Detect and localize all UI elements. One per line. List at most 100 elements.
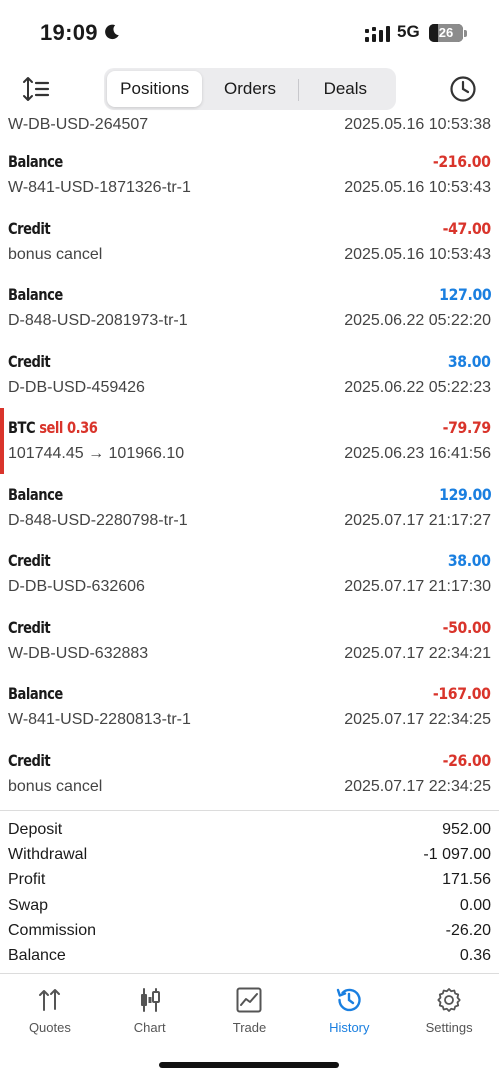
- deal-time: 2025.07.17 22:34:21: [344, 644, 491, 662]
- tab-history[interactable]: History: [299, 974, 399, 1045]
- list-item[interactable]: Balance 129.00 D-848-USD-2280798-tr-1 20…: [0, 475, 499, 542]
- list-item[interactable]: Balance -167.00 W-841-USD-2280813-tr-1 2…: [0, 674, 499, 741]
- deal-time: 2025.05.16 10:53:43: [344, 245, 491, 263]
- settings-icon: [437, 988, 461, 1012]
- deal-amount: 127.00: [438, 285, 492, 304]
- history-segmented-control: Positions Orders Deals: [104, 68, 396, 110]
- status-bar: 19:09 5G 26: [0, 0, 499, 64]
- deal-time: 2025.05.16 10:53:38: [344, 116, 491, 133]
- list-item[interactable]: W-DB-USD-264507 2025.05.16 10:53:38: [0, 112, 499, 142]
- trade-icon: [236, 987, 262, 1013]
- sort-icon[interactable]: [22, 76, 50, 102]
- list-item[interactable]: Balance 127.00 D-848-USD-2081973-tr-1 20…: [0, 275, 499, 342]
- summary-value: 952.00: [442, 821, 491, 838]
- deal-symbol-name: BTC: [8, 418, 36, 437]
- trade-row[interactable]: BTC sell 0.36 -79.79 101744.45 → 101966.…: [0, 408, 499, 475]
- deal-type: Credit: [8, 750, 51, 770]
- battery-level: 26: [438, 25, 454, 40]
- deal-type: Balance: [8, 484, 63, 504]
- deal-amount: 38.00: [448, 551, 491, 570]
- summary-value: 0.00: [459, 896, 491, 914]
- tab-deals[interactable]: Deals: [298, 71, 393, 107]
- history-summary: Deposit 952.00 Withdrawal -1 097.00 Prof…: [0, 810, 499, 970]
- deal-type: Credit: [8, 551, 51, 570]
- history-toolbar: Positions Orders Deals: [0, 66, 499, 112]
- deal-amount: -79.79: [442, 418, 492, 437]
- deal-comment: W-841-USD-1871326-tr-1: [8, 179, 191, 196]
- deal-amount: -50.00: [442, 617, 492, 637]
- tab-label: Settings: [425, 1020, 473, 1035]
- summary-row-balance: Balance 0.36: [0, 945, 499, 970]
- deal-type: Credit: [8, 617, 51, 637]
- tab-label: History: [329, 1020, 370, 1035]
- deal-type: Balance: [8, 152, 63, 171]
- tab-settings[interactable]: Settings: [399, 974, 499, 1045]
- tab-quotes[interactable]: Quotes: [0, 974, 100, 1045]
- tab-label: Chart: [133, 1020, 166, 1035]
- list-item[interactable]: Credit -47.00 bonus cancel 2025.05.16 10…: [0, 209, 499, 276]
- deal-time: 2025.07.17 21:17:30: [344, 578, 491, 595]
- deal-comment: D-DB-USD-632606: [8, 578, 145, 595]
- deal-time: 2025.06.22 05:22:20: [344, 312, 491, 329]
- sell-marker: [0, 408, 4, 474]
- summary-label: Profit: [8, 871, 46, 889]
- battery-icon: 26: [429, 24, 463, 42]
- list-item[interactable]: Credit -50.00 W-DB-USD-632883 2025.07.17…: [0, 608, 499, 675]
- deal-amount: 38.00: [448, 351, 491, 371]
- deal-time: 2025.07.17 21:17:27: [344, 511, 491, 529]
- deal-amount: -26.00: [442, 750, 492, 770]
- summary-value: 0.36: [459, 946, 491, 964]
- list-item[interactable]: Balance -216.00 W-841-USD-1871326-tr-1 2…: [0, 142, 499, 209]
- summary-row-withdrawal: Withdrawal -1 097.00: [0, 844, 499, 869]
- list-item[interactable]: Credit 38.00 D-DB-USD-632606 2025.07.17 …: [0, 541, 499, 608]
- history-icon: [337, 988, 361, 1012]
- tab-trade[interactable]: Trade: [200, 974, 300, 1045]
- summary-row-swap: Swap 0.00: [0, 895, 499, 920]
- tab-label: Quotes: [28, 1020, 71, 1035]
- summary-value: -26.20: [445, 921, 491, 939]
- summary-value: 171.56: [442, 871, 491, 889]
- deal-amount: -216.00: [433, 152, 491, 171]
- deal-time: 2025.06.23 16:41:56: [344, 445, 491, 462]
- deal-comment: D-DB-USD-459426: [8, 378, 145, 396]
- tab-chart[interactable]: Chart: [100, 974, 200, 1045]
- deal-time: 2025.05.16 10:53:43: [344, 179, 491, 196]
- deal-type: Balance: [8, 285, 63, 304]
- summary-row-deposit: Deposit 952.00: [0, 819, 499, 844]
- summary-label: Commission: [8, 921, 97, 939]
- status-time: 19:09: [40, 20, 98, 45]
- moon-icon: [105, 24, 119, 40]
- tab-orders[interactable]: Orders: [202, 71, 297, 107]
- deal-comment: W-DB-USD-264507: [8, 116, 149, 133]
- summary-row-profit: Profit 171.56: [0, 869, 499, 894]
- network-type: 5G: [397, 22, 420, 41]
- deal-comment: D-848-USD-2081973-tr-1: [8, 312, 188, 329]
- list-item[interactable]: Credit 38.00 D-DB-USD-459426 2025.06.22 …: [0, 342, 499, 409]
- list-item[interactable]: Credit -26.00 bonus cancel 2025.07.17 22…: [0, 741, 499, 808]
- deal-time: 2025.07.17 22:34:25: [344, 777, 491, 795]
- home-indicator[interactable]: [159, 1062, 339, 1068]
- deal-amount: -47.00: [442, 218, 492, 238]
- deal-type: Credit: [8, 351, 51, 371]
- deals-list: W-DB-USD-264507 2025.05.16 10:53:38 Bala…: [0, 112, 499, 807]
- tab-positions[interactable]: Positions: [107, 71, 203, 107]
- bottom-tab-bar: Quotes Chart Trade History Settings: [0, 973, 499, 1045]
- deal-comment: W-DB-USD-632883: [8, 644, 149, 662]
- segment-divider: [298, 79, 299, 101]
- signal-icon: [365, 26, 390, 42]
- summary-row-commission: Commission -26.20: [0, 920, 499, 945]
- chart-icon: [140, 988, 160, 1012]
- deal-time: 2025.07.17 22:34:25: [344, 711, 491, 728]
- summary-label: Swap: [8, 896, 49, 914]
- battery-nub: [464, 30, 467, 37]
- deal-comment: W-841-USD-2280813-tr-1: [8, 711, 191, 728]
- deal-type: Credit: [8, 218, 51, 238]
- deal-symbol: BTC sell 0.36: [8, 418, 98, 437]
- clock-icon[interactable]: [448, 74, 478, 104]
- summary-label: Balance: [8, 946, 66, 964]
- deal-time: 2025.06.22 05:22:23: [344, 378, 491, 396]
- deal-prices: 101744.45 → 101966.10: [8, 445, 185, 462]
- deal-amount: -167.00: [433, 684, 491, 703]
- summary-label: Withdrawal: [8, 846, 88, 864]
- deal-comment: D-848-USD-2280798-tr-1: [8, 511, 188, 529]
